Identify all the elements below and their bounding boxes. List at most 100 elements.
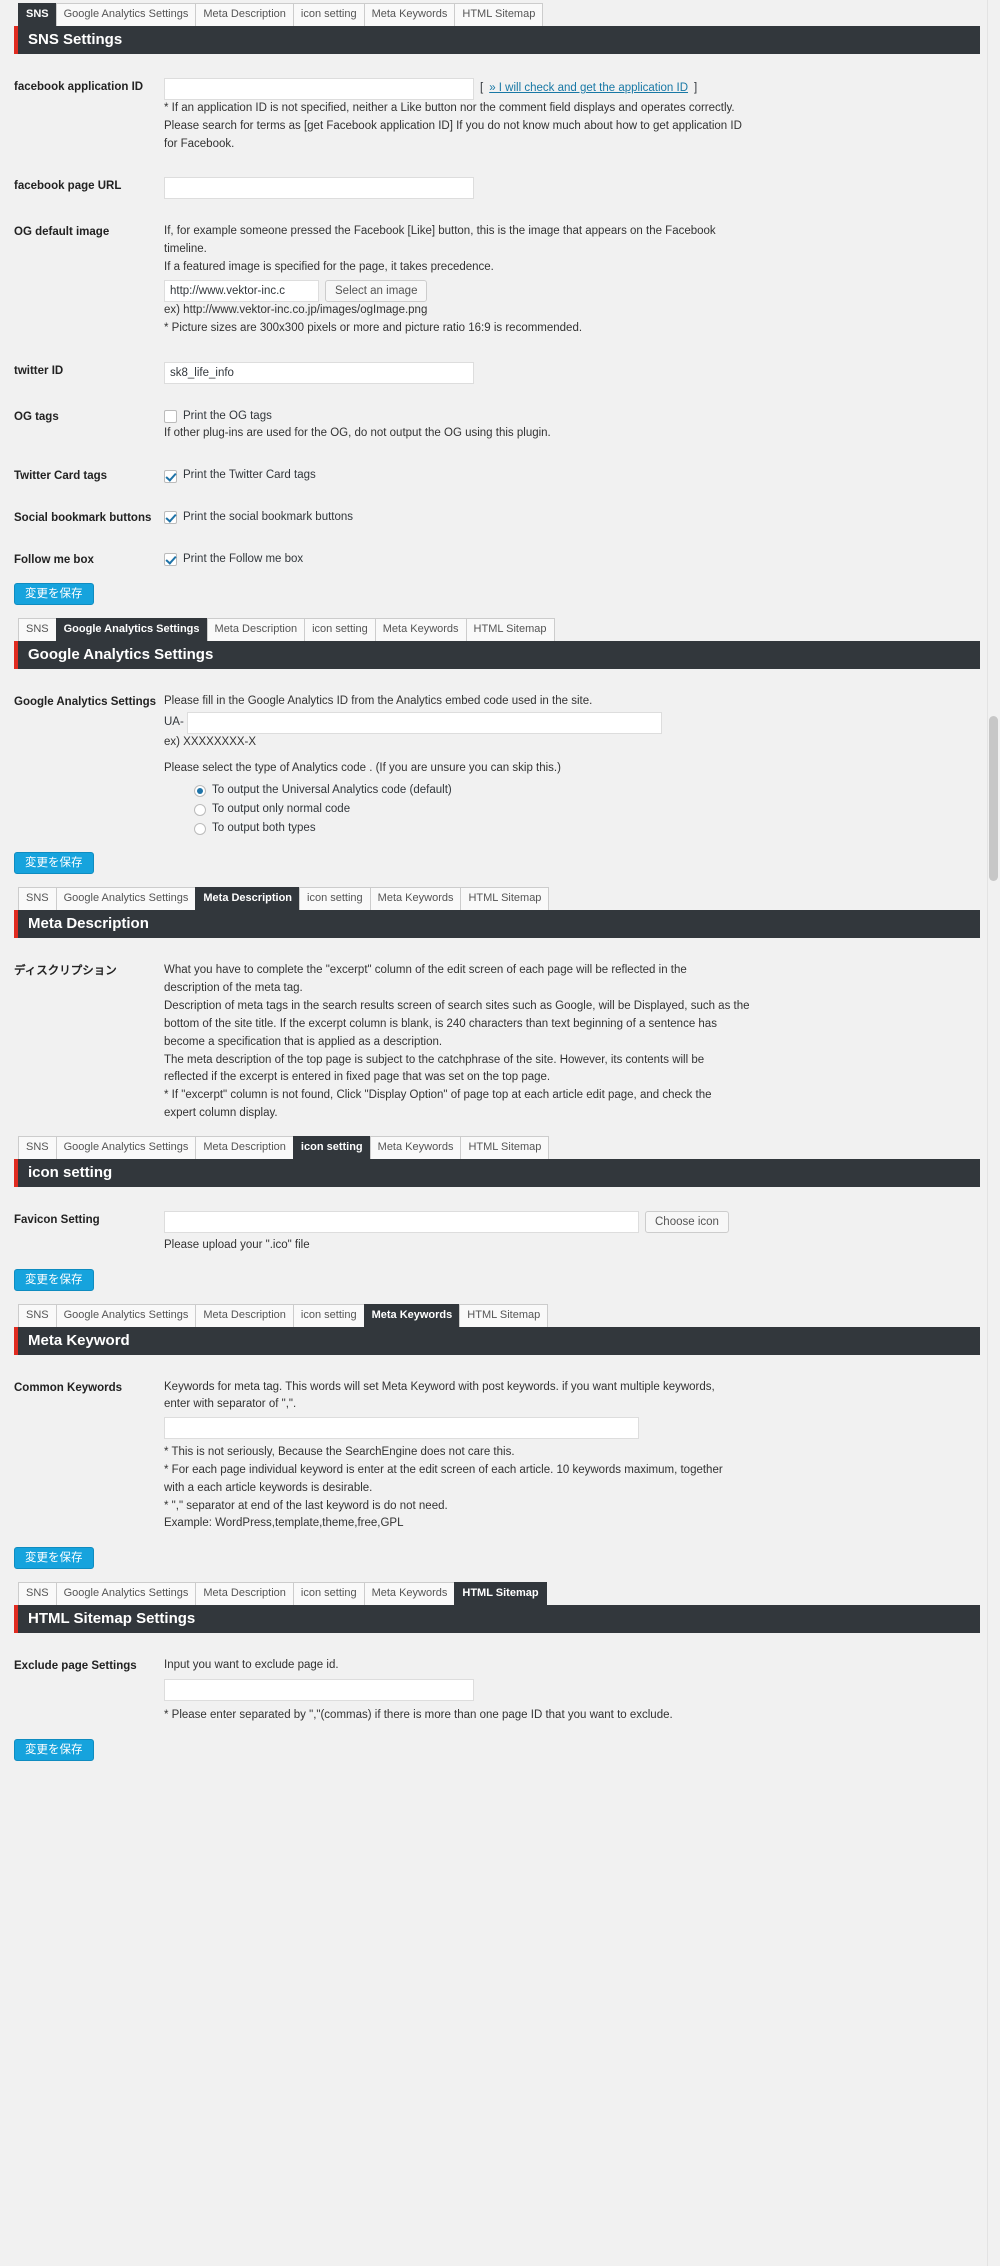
- tab-label: Meta Description: [203, 1140, 286, 1153]
- common-keywords-note-4: * "," separator at end of the last keywo…: [164, 1499, 448, 1512]
- ga-radio-row-normal[interactable]: To output only normal code: [194, 801, 980, 819]
- section-heading-meta-description: Meta Description: [14, 910, 980, 939]
- tab-label: Meta Keywords: [377, 892, 454, 905]
- tab-meta-keywords[interactable]: Meta Keywords: [363, 1582, 456, 1606]
- common-keywords-input[interactable]: [164, 1417, 639, 1440]
- tab-sns[interactable]: SNS: [18, 887, 57, 911]
- favicon-path-input[interactable]: [164, 1210, 639, 1233]
- og-default-image-input[interactable]: [164, 279, 319, 302]
- tab-sns[interactable]: SNS: [18, 3, 57, 26]
- ga-radio-normal[interactable]: [194, 803, 206, 816]
- scrollbar-thumb[interactable]: [989, 716, 998, 881]
- tab-bar-ga: SNS Google Analytics Settings Meta Descr…: [0, 615, 1000, 641]
- tab-google-analytics-settings[interactable]: Google Analytics Settings: [55, 1135, 197, 1159]
- choose-icon-button[interactable]: Choose icon: [645, 1210, 729, 1233]
- label-follow-me-box: Follow me box: [14, 553, 94, 566]
- facebook-app-id-note-line2: Please search for terms as [get Facebook…: [164, 119, 742, 132]
- tab-label: Google Analytics Settings: [63, 1587, 189, 1600]
- tab-sns[interactable]: SNS: [18, 1582, 57, 1606]
- ga-description: Please fill in the Google Analytics ID f…: [164, 694, 593, 707]
- tab-html-sitemap[interactable]: HTML Sitemap: [459, 1303, 549, 1327]
- tab-google-analytics-settings[interactable]: Google Analytics Settings: [55, 1303, 197, 1327]
- ga-radio-both[interactable]: [194, 822, 206, 835]
- follow-me-checkbox[interactable]: [164, 553, 177, 567]
- tab-meta-keywords[interactable]: Meta Keywords: [369, 1135, 462, 1159]
- exclude-page-id-input[interactable]: [164, 1679, 474, 1702]
- save-button-sns[interactable]: 変更を保存: [14, 582, 94, 605]
- twitter-card-checkbox-row[interactable]: Print the Twitter Card tags: [164, 467, 980, 485]
- facebook-application-id-input[interactable]: [164, 78, 474, 100]
- og-tags-checkbox-row[interactable]: Print the OG tags: [164, 408, 980, 426]
- social-bookmark-checkbox[interactable]: [164, 511, 177, 525]
- tab-html-sitemap[interactable]: HTML Sitemap: [465, 617, 555, 641]
- save-button-meta-keyword[interactable]: 変更を保存: [14, 1547, 94, 1570]
- tab-google-analytics-settings[interactable]: Google Analytics Settings: [55, 617, 208, 641]
- tab-label: Meta Description: [214, 622, 298, 635]
- og-image-desc-line1: If, for example someone pressed the Face…: [164, 225, 716, 238]
- ga-radio-universal[interactable]: [194, 784, 206, 797]
- tab-icon-setting[interactable]: icon setting: [299, 887, 371, 911]
- tab-meta-description[interactable]: Meta Description: [206, 617, 306, 641]
- twitter-id-input[interactable]: [164, 361, 474, 384]
- tab-icon-setting[interactable]: icon setting: [292, 1135, 371, 1159]
- tab-meta-description[interactable]: Meta Description: [195, 887, 301, 911]
- tab-meta-keywords[interactable]: Meta Keywords: [369, 887, 462, 911]
- tab-icon-setting[interactable]: icon setting: [304, 617, 376, 641]
- og-image-example: ex) http://www.vektor-inc.co.jp/images/o…: [164, 303, 428, 316]
- tab-label: Meta Keywords: [382, 622, 459, 635]
- tab-meta-description[interactable]: Meta Description: [195, 1135, 294, 1159]
- tab-meta-keywords[interactable]: Meta Keywords: [363, 1303, 461, 1327]
- tab-label: SNS: [26, 8, 49, 20]
- meta-keyword-panel: Common Keywords Keywords for meta tag. T…: [0, 1355, 1000, 1534]
- tab-google-analytics-settings[interactable]: Google Analytics Settings: [55, 3, 197, 26]
- save-button-ga[interactable]: 変更を保存: [14, 852, 94, 875]
- tab-sns[interactable]: SNS: [18, 617, 57, 641]
- save-button-icon[interactable]: 変更を保存: [14, 1268, 94, 1291]
- ga-radio-row-both[interactable]: To output both types: [194, 820, 980, 838]
- tab-label: HTML Sitemap: [473, 622, 547, 635]
- social-bookmark-checkbox-row[interactable]: Print the social bookmark buttons: [164, 509, 980, 527]
- tab-icon-setting[interactable]: icon setting: [292, 1303, 365, 1327]
- ga-panel: Google Analytics Settings Please fill in…: [0, 669, 1000, 839]
- tab-html-sitemap[interactable]: HTML Sitemap: [454, 3, 544, 26]
- tab-google-analytics-settings[interactable]: Google Analytics Settings: [55, 1582, 197, 1606]
- tab-meta-description[interactable]: Meta Description: [195, 3, 294, 26]
- section-heading-sns: SNS Settings: [14, 26, 980, 54]
- google-analytics-id-input[interactable]: [186, 712, 662, 735]
- tab-label: icon setting: [300, 1308, 357, 1321]
- tab-html-sitemap[interactable]: HTML Sitemap: [460, 1135, 550, 1159]
- save-button-sitemap[interactable]: 変更を保存: [14, 1738, 94, 1761]
- tab-label: Meta Description: [203, 8, 286, 20]
- row-twitter-card-tags: Twitter Card tags Print the Twitter Card…: [14, 457, 980, 485]
- row-og-tags: OG tags Print the OG tags If other plug-…: [14, 398, 980, 444]
- meta-desc-line-7: reflected if the excerpt is entered in f…: [164, 1071, 551, 1084]
- tab-meta-keywords[interactable]: Meta Keywords: [374, 617, 467, 641]
- og-tags-checkbox[interactable]: [164, 409, 177, 423]
- row-favicon-setting: Favicon Setting Choose icon Please uploa…: [14, 1201, 980, 1255]
- tab-sns[interactable]: SNS: [18, 1303, 57, 1327]
- select-an-image-button[interactable]: Select an image: [325, 279, 428, 302]
- tab-html-sitemap[interactable]: HTML Sitemap: [454, 1582, 547, 1606]
- tab-label: Google Analytics Settings: [63, 622, 200, 635]
- tab-label: icon setting: [307, 892, 363, 905]
- facebook-page-url-input[interactable]: [164, 177, 474, 200]
- common-keywords-note-1: * This is not seriously, Because the Sea…: [164, 1446, 515, 1459]
- tab-sns[interactable]: SNS: [18, 1135, 57, 1159]
- tab-label: Google Analytics Settings: [63, 892, 189, 905]
- tab-google-analytics-settings[interactable]: Google Analytics Settings: [55, 887, 197, 911]
- page-scrollbar[interactable]: [987, 0, 1000, 2266]
- row-exclude-page-settings: Exclude page Settings Input you want to …: [14, 1647, 980, 1725]
- get-application-id-link[interactable]: » I will check and get the application I…: [489, 80, 688, 98]
- tab-icon-setting[interactable]: icon setting: [292, 3, 365, 26]
- tab-meta-description[interactable]: Meta Description: [195, 1303, 294, 1327]
- tab-label: Meta Description: [203, 892, 293, 905]
- tab-meta-description[interactable]: Meta Description: [195, 1582, 294, 1606]
- row-meta-description: ディスクリプション What you have to complete the …: [14, 952, 980, 1122]
- follow-me-checkbox-row[interactable]: Print the Follow me box: [164, 551, 980, 569]
- tab-meta-keywords[interactable]: Meta Keywords: [363, 3, 456, 26]
- tab-icon-setting[interactable]: icon setting: [292, 1582, 365, 1606]
- ga-radio-row-universal[interactable]: To output the Universal Analytics code (…: [194, 782, 980, 800]
- twitter-card-checkbox[interactable]: [164, 469, 177, 483]
- tab-html-sitemap[interactable]: HTML Sitemap: [460, 887, 550, 911]
- tab-label: HTML Sitemap: [462, 8, 536, 20]
